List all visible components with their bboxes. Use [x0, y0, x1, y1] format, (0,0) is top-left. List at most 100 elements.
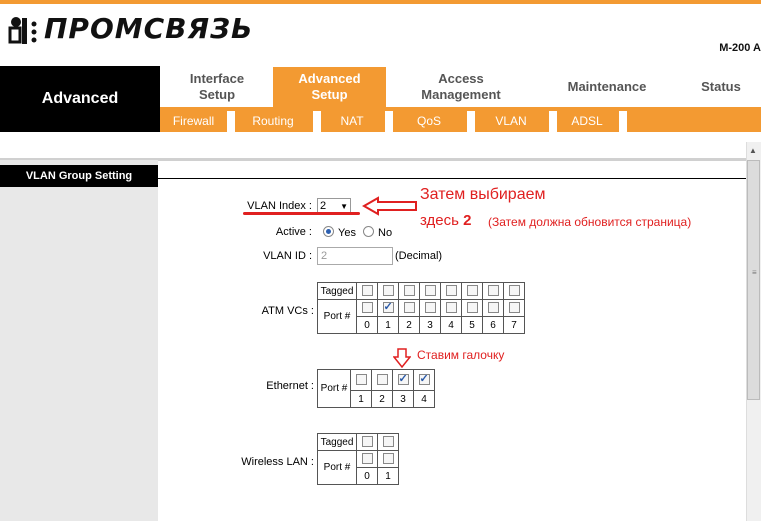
- port-number: 1: [377, 316, 399, 334]
- port-number: 4: [413, 390, 435, 408]
- section-label-advanced: Advanced: [0, 66, 160, 132]
- atm-vcs-label: ATM VCs :: [261, 305, 314, 317]
- subtab-divider: [467, 111, 475, 132]
- vlan-id-label: VLAN ID :: [263, 250, 312, 262]
- subtab-divider: [227, 111, 235, 132]
- tab-access-management[interactable]: Access Management: [392, 67, 530, 107]
- port-number: 5: [461, 316, 483, 334]
- port-number: 2: [398, 316, 420, 334]
- wlan-tagged-checkbox[interactable]: [361, 436, 373, 448]
- annotation-here-2: здесь 2: [420, 212, 472, 229]
- tab-status[interactable]: Status: [684, 67, 758, 107]
- left-panel: [0, 160, 158, 521]
- logo-icon: [8, 17, 37, 44]
- active-no-radio[interactable]: [363, 226, 374, 237]
- subtab-divider: [549, 111, 557, 132]
- subtab-firewall[interactable]: Firewall: [160, 111, 227, 130]
- annotation-check-note: Ставим галочку: [417, 348, 505, 362]
- atm-port-checkbox[interactable]: [382, 300, 394, 314]
- subtab-vlan[interactable]: VLAN: [475, 111, 547, 130]
- subtab-divider: [619, 111, 627, 132]
- section-divider: [158, 178, 746, 179]
- annotation-underline: [243, 212, 360, 215]
- atm-port-checkbox[interactable]: [361, 302, 373, 314]
- port-number: 3: [419, 316, 441, 334]
- vlan-index-label: VLAN Index :: [247, 200, 312, 212]
- ethernet-port-checkbox[interactable]: [418, 372, 430, 386]
- subtab-routing[interactable]: Routing: [235, 111, 311, 130]
- port-label: Port #: [317, 299, 357, 334]
- atm-tagged-checkbox[interactable]: [508, 285, 520, 297]
- tagged-label: Tagged: [317, 282, 357, 300]
- scrollbar-thumb[interactable]: [747, 160, 760, 400]
- wlan-tagged-checkbox[interactable]: [382, 436, 394, 448]
- vlan-id-value: 2: [321, 250, 328, 262]
- dropdown-arrow-icon: ▼: [340, 201, 348, 211]
- atm-vcs-table: Tagged Port # 0 1 2 3 4 5 6 7: [317, 282, 525, 334]
- atm-port-checkbox[interactable]: [487, 302, 499, 314]
- port-number: 7: [503, 316, 525, 334]
- annotation-arrow-down-icon: [393, 348, 411, 368]
- port-label: Port #: [317, 369, 351, 408]
- scroll-grip-icon: ≡: [752, 268, 757, 277]
- ethernet-port-checkbox[interactable]: [397, 372, 409, 386]
- active-label: Active :: [275, 226, 312, 238]
- section-title: VLAN Group Setting: [0, 165, 158, 187]
- atm-tagged-checkbox[interactable]: [466, 285, 478, 297]
- wlan-port-checkbox[interactable]: [382, 453, 394, 465]
- subtab-nat[interactable]: NAT: [321, 111, 383, 130]
- atm-port-checkbox[interactable]: [508, 302, 520, 314]
- atm-tagged-checkbox[interactable]: [445, 285, 457, 297]
- port-label: Port #: [317, 450, 357, 485]
- tab-label: Access Management: [421, 71, 501, 102]
- tagged-label: Tagged: [317, 433, 357, 451]
- port-number: 1: [377, 467, 399, 485]
- tab-label: Status: [701, 79, 741, 94]
- device-model: M-200 A: [719, 42, 761, 54]
- ethernet-port-checkbox[interactable]: [355, 374, 367, 386]
- atm-port-checkbox[interactable]: [445, 302, 457, 314]
- subtab-divider: [385, 111, 393, 132]
- wlan-port-checkbox[interactable]: [361, 453, 373, 465]
- tab-interface-setup[interactable]: Interface Setup: [166, 67, 268, 107]
- annotation-refresh-note: (Затем должна обновится страница): [488, 215, 692, 229]
- atm-tagged-checkbox[interactable]: [403, 285, 415, 297]
- active-no-label: No: [378, 227, 393, 239]
- atm-tagged-checkbox[interactable]: [382, 285, 394, 297]
- atm-tagged-checkbox[interactable]: [487, 285, 499, 297]
- port-number: 6: [482, 316, 504, 334]
- scroll-up-icon[interactable]: ▲: [749, 146, 757, 155]
- port-number: 3: [392, 390, 414, 408]
- atm-tagged-checkbox[interactable]: [361, 285, 373, 297]
- top-accent-line: [0, 0, 761, 4]
- port-number: 0: [356, 467, 378, 485]
- active-yes-radio[interactable]: [323, 226, 334, 237]
- vlan-index-value: 2: [320, 200, 327, 212]
- atm-port-checkbox[interactable]: [424, 302, 436, 314]
- brand-logo-text: ПРОМСВЯЗЬ: [44, 12, 254, 45]
- atm-tagged-checkbox[interactable]: [424, 285, 436, 297]
- ethernet-label: Ethernet :: [266, 380, 314, 392]
- ethernet-port-checkbox[interactable]: [376, 374, 388, 386]
- subtab-adsl[interactable]: ADSL: [557, 111, 617, 130]
- port-number: 2: [371, 390, 393, 408]
- tab-label: Interface Setup: [189, 71, 245, 102]
- atm-port-checkbox[interactable]: [466, 302, 478, 314]
- port-number: 0: [356, 316, 378, 334]
- subtab-qos[interactable]: QoS: [393, 111, 465, 130]
- vlan-id-input[interactable]: 2: [317, 247, 393, 265]
- port-number: 1: [350, 390, 372, 408]
- active-yes-label: Yes: [338, 227, 356, 239]
- vlan-id-unit: (Decimal): [395, 250, 443, 262]
- atm-port-checkbox[interactable]: [403, 302, 415, 314]
- tab-maintenance[interactable]: Maintenance: [540, 67, 674, 107]
- annotation-select-here: Затем выбираем: [420, 186, 546, 203]
- tab-advanced-setup[interactable]: Advanced Setup: [273, 67, 386, 107]
- tab-label: Advanced Setup: [298, 71, 361, 102]
- subtab-divider: [313, 111, 321, 132]
- tab-label: Maintenance: [567, 79, 647, 94]
- port-number: 4: [440, 316, 462, 334]
- wireless-lan-table: Tagged Port # 0 1: [317, 433, 399, 485]
- ethernet-table: Port # 1 2 3 4: [317, 369, 435, 408]
- annotation-arrow-left-icon: [362, 196, 417, 216]
